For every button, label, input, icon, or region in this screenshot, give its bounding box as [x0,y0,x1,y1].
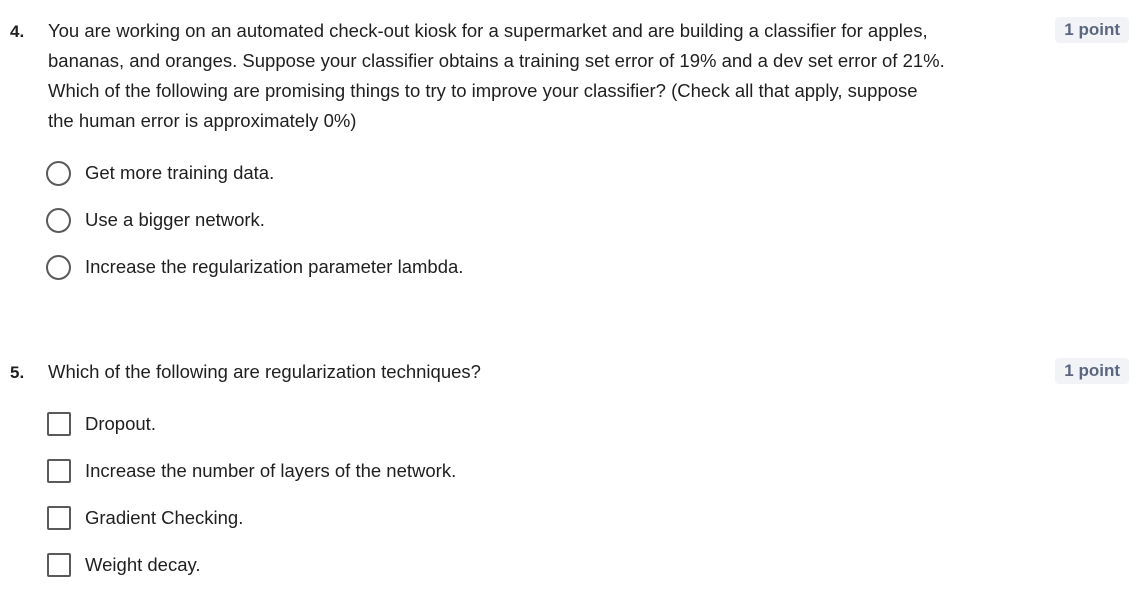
points-badge: 1 point [1055,17,1129,43]
checkbox[interactable] [47,412,71,436]
answer-option-gradient-checking[interactable]: Gradient Checking. [46,503,456,533]
checkbox[interactable] [47,459,71,483]
radio-button[interactable] [46,160,71,186]
option-label: Gradient Checking. [85,507,244,528]
option-label: Dropout. [85,413,156,434]
answer-option-dropout[interactable]: Dropout. [46,409,456,439]
question-number: 4. [10,22,25,41]
answer-options: Dropout. Increase the number of layers o… [46,409,456,597]
checkbox[interactable] [47,553,71,577]
answer-option-use-bigger-network[interactable]: Use a bigger network. [46,205,463,235]
answer-option-increase-layers[interactable]: Increase the number of layers of the net… [46,456,456,486]
radio-button[interactable] [46,254,71,280]
answer-option-get-more-training-data[interactable]: Get more training data. [46,158,463,188]
option-label: Get more training data. [85,162,275,183]
radio-button[interactable] [46,207,71,233]
option-label: Increase the number of layers of the net… [85,460,457,481]
option-label: Weight decay. [85,554,201,575]
question-text: You are working on an automated check-ou… [48,20,945,131]
answer-option-weight-decay[interactable]: Weight decay. [46,550,456,580]
answer-options: Get more training data. Use a bigger net… [46,158,463,299]
question-number: 5. [10,363,25,382]
answer-option-increase-lambda[interactable]: Increase the regularization parameter la… [46,252,463,282]
points-badge: 1 point [1055,358,1129,384]
option-label: Increase the regularization parameter la… [85,256,464,277]
checkbox[interactable] [47,506,71,530]
option-label: Use a bigger network. [85,209,265,230]
question-text: Which of the following are regularizatio… [48,361,481,382]
